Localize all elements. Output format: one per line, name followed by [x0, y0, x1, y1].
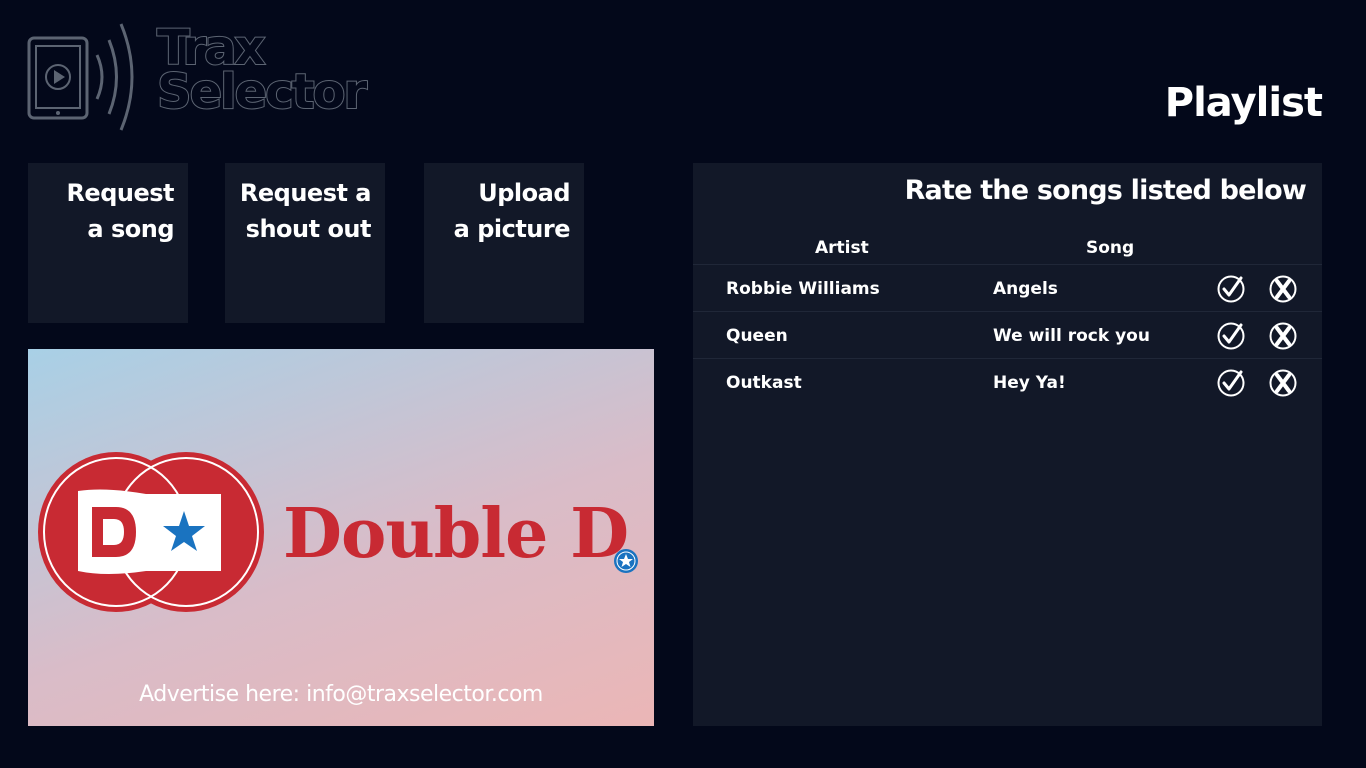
playlist-heading: Rate the songs listed below: [904, 175, 1307, 206]
x-circle-icon[interactable]: [1269, 322, 1297, 350]
check-circle-icon[interactable]: [1217, 369, 1245, 397]
row-artist: Queen: [726, 326, 788, 346]
row-artist: Robbie Williams: [726, 279, 880, 299]
check-circle-icon[interactable]: [1217, 322, 1245, 350]
star-badge-icon: [614, 549, 638, 573]
playlist-rows: Robbie Williams Angels Queen We will roc…: [693, 264, 1322, 405]
logo-line-2: Selector: [156, 64, 368, 120]
playlist-row: Queen We will rock you: [693, 311, 1322, 358]
playlist-row: Robbie Williams Angels: [693, 264, 1322, 311]
row-song: Angels: [993, 279, 1058, 299]
x-circle-icon[interactable]: [1269, 275, 1297, 303]
tile-label-line-1: Request a: [239, 179, 372, 207]
x-circle-icon[interactable]: [1269, 369, 1297, 397]
artist-column-header: Artist: [815, 238, 869, 258]
upload-picture-tile[interactable]: Upload a picture: [424, 163, 584, 323]
song-column-header: Song: [1086, 238, 1135, 258]
row-song: We will rock you: [993, 326, 1150, 346]
row-song: Hey Ya!: [993, 373, 1066, 393]
request-song-tile[interactable]: Request a song: [28, 163, 188, 323]
page: Trax Selector Playlist Request a song Re…: [0, 0, 1366, 768]
trax-selector-logo: Trax Selector: [27, 20, 387, 135]
ad-brand-name: Double D: [283, 494, 629, 574]
page-title: Playlist: [1164, 80, 1323, 126]
row-artist: Outkast: [726, 373, 802, 393]
tile-label-line-1: Upload: [478, 179, 570, 207]
check-circle-icon[interactable]: [1217, 275, 1245, 303]
double-d-logo: [38, 452, 264, 612]
tile-label-line-2: shout out: [245, 215, 372, 243]
tablet-play-icon: [27, 23, 134, 131]
tile-label-line-2: a song: [87, 215, 174, 243]
logo-wordmark: Trax Selector: [156, 23, 368, 120]
ad-contact-text[interactable]: Advertise here: info@traxselector.com: [28, 682, 654, 707]
request-shout-out-tile[interactable]: Request a shout out: [225, 163, 385, 323]
tile-label-line-1: Request: [66, 179, 174, 207]
advertisement-banner[interactable]: Double D Advertise here: info@traxselect…: [28, 349, 654, 726]
playlist-panel: Rate the songs listed below Artist Song …: [693, 163, 1322, 726]
tile-label-line-2: a picture: [453, 215, 571, 243]
playlist-row: Outkast Hey Ya!: [693, 358, 1322, 405]
